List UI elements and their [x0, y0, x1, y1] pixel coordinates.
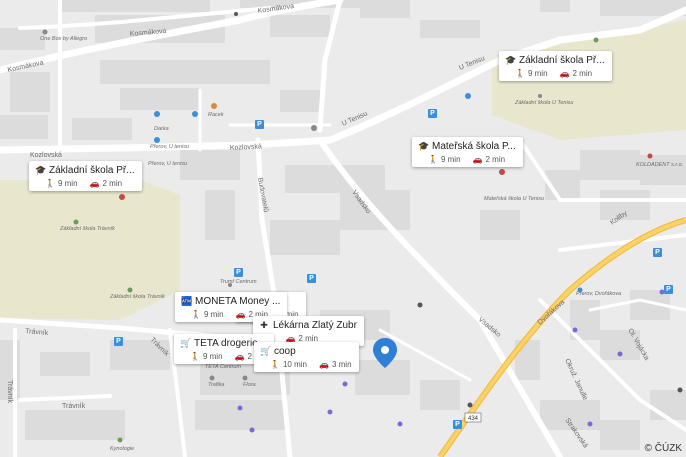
poi-card-drive: 2 min [485, 155, 506, 164]
walk-icon: 🚶 [190, 352, 200, 361]
poi-card-coop[interactable]: 🛒 coop 🚶 10 min 🚗 3 min [254, 342, 359, 372]
parking-icon: P [453, 420, 462, 429]
car-icon: 🚗 [234, 352, 245, 361]
poi-card-zs-travnik[interactable]: 🎓 Základní škola Př... 🚶 9 min 🚗 2 min [29, 161, 142, 191]
poi-card-zs-u-tenisu[interactable]: 🎓 Základní škola Př... 🚶 9 min 🚗 2 min [499, 51, 612, 81]
walk-icon: 🚶 [191, 310, 201, 319]
place-label-ms-u-tenisu: Mateřská škola U Tenisu [484, 196, 544, 202]
school-icon: 🎓 [35, 165, 47, 175]
poi-card-title: TETA drogerie [194, 338, 258, 349]
place-label-prerov-u-tenisu-1: Přerov, U tenisu [150, 144, 189, 150]
parking-icon: P [653, 248, 662, 257]
poi-card-walk: 9 min [202, 352, 223, 361]
shopping-cart-icon: 🛒 [260, 346, 272, 356]
school-icon: 🎓 [505, 55, 517, 65]
place-label-one-box: One Box by Allegro [40, 36, 87, 42]
poi-card-title: coop [274, 346, 296, 357]
atm-icon: 🏧 [181, 296, 193, 306]
car-icon: 🚗 [318, 360, 329, 369]
poi-card-walk: 9 min [203, 310, 224, 319]
car-icon: 🚗 [559, 69, 570, 78]
poi-card-title: Mateřská škola P... [432, 141, 516, 152]
place-label-racek: Racek [208, 112, 224, 118]
parking-icon: P [428, 109, 437, 118]
poi-card-ms-u-tenisu[interactable]: 🎓 Mateřská škola P... 🚶 9 min 🚗 2 min [412, 137, 523, 167]
poi-card-title: Základní škola Př... [49, 165, 135, 176]
place-label-darka: Darka [154, 126, 169, 132]
place-label-prerov-u-tenisu-2: Přerov, U tenisu [148, 161, 187, 167]
place-label-zs-travnik-1: Základní škola Trávník [59, 226, 115, 232]
place-label-zs-u-tenisu: Základní škola U Tenisu [514, 100, 574, 106]
school-icon: 🎓 [418, 141, 430, 151]
parking-icon: P [307, 274, 316, 283]
walk-icon: 🚶 [270, 360, 280, 369]
walk-icon: 🚶 [428, 155, 438, 164]
poi-card-drive: 3 min [331, 360, 352, 369]
place-label-teta-centrum: TETA Centrum [205, 364, 241, 370]
parking-icon: P [234, 268, 243, 277]
poi-card-walk: 9 min [527, 69, 548, 78]
street-label-travnik-4: Trávník [62, 403, 86, 410]
car-icon: 🚗 [235, 310, 246, 319]
parking-icon: P [255, 120, 264, 129]
place-label-flora: Flora [243, 382, 256, 388]
walk-icon: 🚶 [515, 69, 525, 78]
place-label-koldadent: KOLDADENT s.r.o. [636, 162, 683, 168]
car-icon: 🚗 [89, 179, 100, 188]
poi-card-drive: 2 min [102, 179, 123, 188]
map-copyright[interactable]: © ČÚZK [645, 443, 682, 454]
poi-card-title: MONETA Money ... [195, 296, 281, 307]
parking-icon: P [664, 285, 673, 294]
poi-card-walk: 9 min [57, 179, 78, 188]
poi-card-walk: 9 min [440, 155, 461, 164]
pharmacy-icon: ✚ [260, 320, 268, 330]
shopping-cart-icon: 🛒 [180, 338, 192, 348]
poi-card-title: Lékárna Zlatý Zubr [273, 320, 357, 331]
parking-icon: P [114, 337, 123, 346]
place-label-zs-travnik-2: Základní škola Trávník [109, 294, 165, 300]
place-label-trumf-centrum: Trumf Centrum [220, 279, 257, 285]
street-label-kozlovska-1: Kozlovská [30, 152, 62, 159]
street-label-travnik-3: Trávník [6, 380, 13, 404]
poi-card-drive: 2 min [572, 69, 593, 78]
poi-card-walk: 10 min [282, 360, 307, 369]
car-icon: 🚗 [472, 155, 483, 164]
road-number-text: 434 [468, 416, 479, 422]
place-label-prerov-dvorakova: Přerov, Dvořákova [576, 291, 621, 297]
place-label-trafika: Trafika [208, 382, 224, 388]
walk-icon: 🚶 [45, 179, 55, 188]
poi-card-title: Základní škola Př... [519, 55, 605, 66]
place-label-kynologie: Kynologie [110, 446, 134, 452]
